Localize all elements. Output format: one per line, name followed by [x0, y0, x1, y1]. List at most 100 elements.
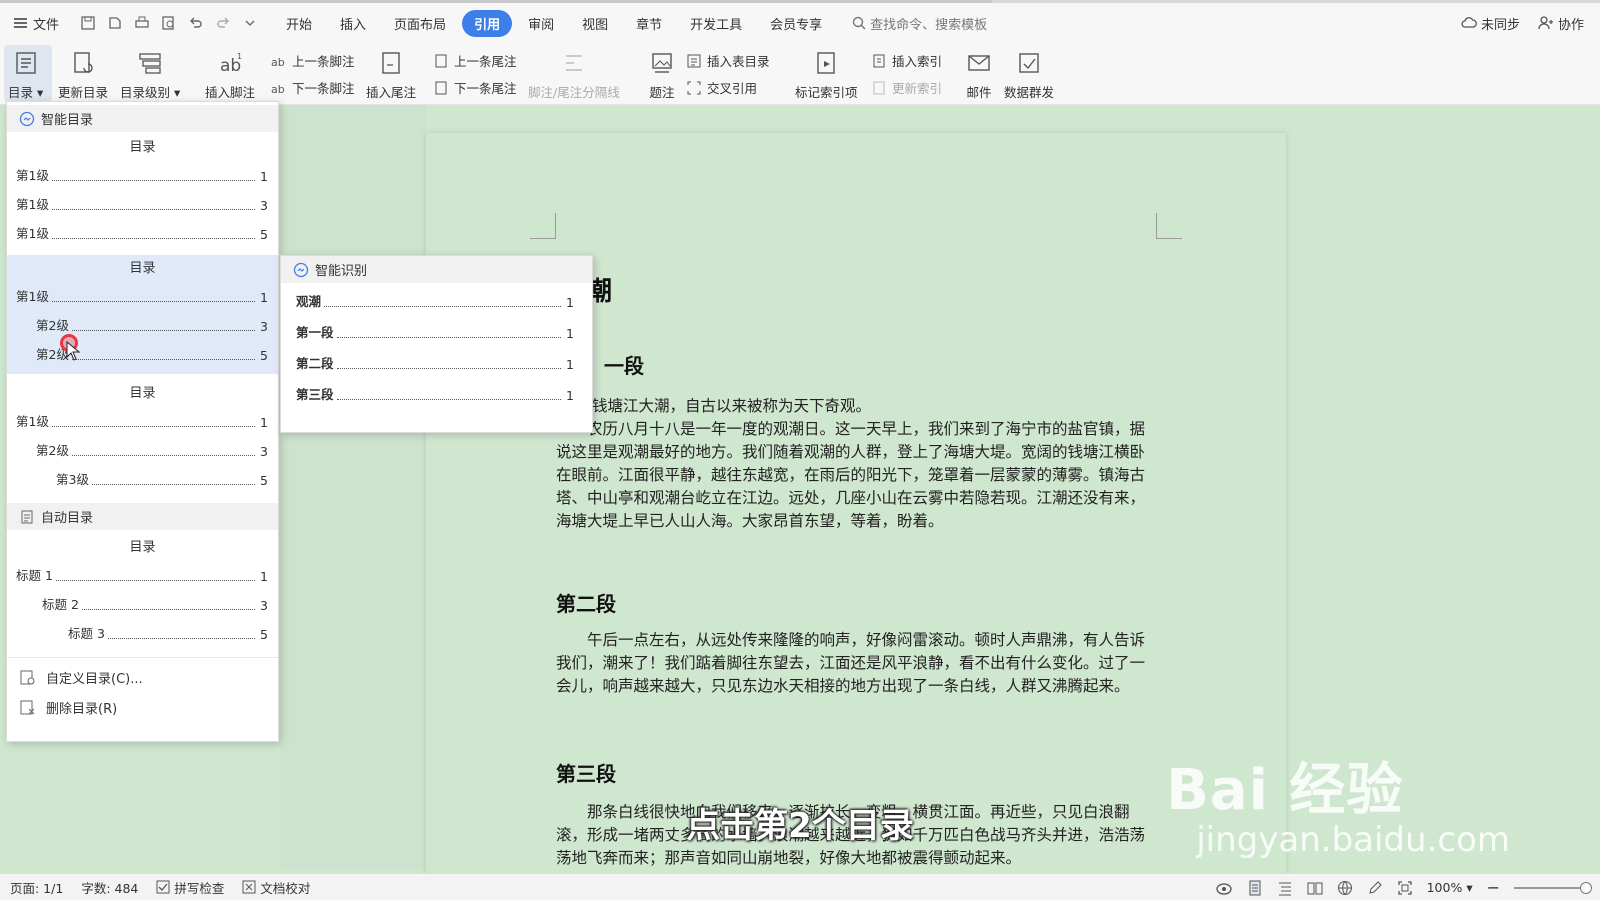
dropdown-separator	[7, 657, 278, 658]
fit-page-icon[interactable]	[1397, 880, 1413, 896]
separator-button[interactable]: 脚注/尾注分隔线	[528, 48, 620, 101]
update-index-button[interactable]: 更新索引	[870, 78, 942, 97]
mail-label: 邮件	[966, 85, 992, 100]
checkbox-checked-icon	[156, 880, 170, 894]
zoom-out-button[interactable]: −	[1487, 878, 1500, 897]
preview-toc[interactable]: 观潮 1 第一段 1 第二段 1 第三段 1	[281, 286, 592, 410]
cloud-icon	[1461, 17, 1477, 28]
tab-view[interactable]: 视图	[570, 10, 620, 37]
next-endnote-button[interactable]: 下一条尾注	[432, 78, 517, 97]
insert-index-button[interactable]: 插入索引	[870, 51, 942, 70]
toc-style-title: 目录	[129, 540, 156, 555]
insert-endnote-button[interactable]: 插入尾注	[366, 48, 416, 101]
paragraph-first: 农历八月十八是一年一度的观潮日。这一天早上，我们来到了海宁市的盐官镇，据说这里是…	[556, 420, 1146, 530]
spell-check-button[interactable]: 拼写检查	[156, 878, 224, 897]
tab-member[interactable]: 会员专享	[758, 10, 834, 37]
proofread-button[interactable]: 文档校对	[242, 878, 310, 897]
auto-toc-label: 自动目录	[41, 511, 94, 526]
tab-developer[interactable]: 开发工具	[678, 10, 754, 37]
toc-line: 第1级 1	[16, 414, 268, 430]
search-icon	[852, 16, 866, 30]
mark-index-button[interactable]: 标记索引项	[795, 48, 858, 101]
toc-style-option-2[interactable]: 目录 第1级 1 第2级 3 第2级 5	[7, 255, 278, 374]
smart-toc-header: 智能目录	[7, 105, 278, 132]
insert-index-icon	[870, 52, 887, 69]
preview-toc-line: 第一段 1	[296, 325, 574, 341]
zoom-level[interactable]: 100% ▾	[1427, 880, 1473, 895]
auto-toc-option[interactable]: 目录 标题 11 标题 23 标题 35	[7, 534, 278, 649]
mail-icon	[964, 48, 994, 78]
data-send-icon	[1014, 48, 1044, 78]
mouse-cursor-icon	[66, 341, 80, 361]
export-icon[interactable]	[106, 15, 123, 32]
toc-line: 第1级 1	[16, 289, 268, 305]
delete-toc-icon	[20, 700, 35, 714]
prev-endnote-icon	[432, 52, 449, 69]
user-add-icon	[1538, 16, 1553, 30]
web-view-icon[interactable]	[1337, 880, 1353, 896]
word-count[interactable]: 字数: 484	[81, 878, 138, 897]
pen-icon[interactable]	[1367, 880, 1383, 896]
zoom-slider-knob[interactable]	[1580, 881, 1592, 894]
status-bar: 页面: 1/1 字数: 484 拼写检查 文档校对 100% ▾ −	[0, 873, 1600, 900]
data-send-button[interactable]: 数据群发	[1004, 48, 1054, 101]
collab-label: 协作	[1557, 17, 1584, 33]
eye-protection-icon[interactable]	[1215, 880, 1233, 896]
mail-button[interactable]: 邮件	[964, 48, 994, 101]
watermark-url: jingyan.baidu.com	[1196, 820, 1510, 860]
next-footnote-icon: ab	[270, 79, 287, 96]
cross-ref-button[interactable]: 交叉引用	[685, 78, 757, 97]
ribbon-references: 目录 ▾ 更新目录 目录级别 ▾ ab 1 插入脚注 ab 上一条脚注 ab 下一…	[0, 43, 1600, 105]
endnote-icon	[376, 48, 406, 78]
margin-corner-top-left	[530, 213, 556, 239]
insert-table-toc-button[interactable]: 插入表目录	[685, 51, 770, 70]
collaborate-button[interactable]: 协作	[1538, 14, 1584, 33]
update-toc-button[interactable]: 更新目录	[58, 48, 108, 101]
toc-line: 第2级 3	[36, 443, 268, 459]
page-view-icon[interactable]	[1247, 880, 1263, 896]
svg-text:ab: ab	[271, 83, 285, 96]
toc-style-title: 目录	[129, 140, 156, 155]
print-icon[interactable]	[133, 15, 150, 32]
next-footnote-button[interactable]: ab 下一条脚注	[270, 78, 355, 97]
tab-insert[interactable]: 插入	[328, 10, 378, 37]
separator-icon	[559, 48, 589, 78]
tab-review[interactable]: 审阅	[516, 10, 566, 37]
print-preview-icon[interactable]	[160, 15, 177, 32]
toc-style-option-3[interactable]: 目录 第1级 1 第2级 3 第3级 5	[7, 380, 278, 495]
menu-bar: 文件 开始 插入 页面布局 引用 审阅 视图 章节 开发工具 会员专享 查找命令…	[0, 3, 1600, 43]
proofread-icon	[242, 880, 256, 894]
toc-level-icon	[135, 48, 165, 78]
prev-footnote-button[interactable]: ab 上一条脚注	[270, 51, 355, 70]
save-icon[interactable]	[79, 15, 96, 32]
delete-toc-button[interactable]: 删除目录(R)	[7, 692, 278, 722]
insert-footnote-label: 插入脚注	[205, 85, 256, 100]
cross-ref-label: 交叉引用	[707, 81, 758, 96]
toc-button[interactable]: 目录 ▾	[8, 48, 43, 101]
sync-status[interactable]: 未同步	[1461, 14, 1520, 33]
reading-view-icon[interactable]	[1307, 880, 1323, 896]
customize-dropdown-icon[interactable]	[241, 15, 258, 32]
tab-section[interactable]: 章节	[624, 10, 674, 37]
tab-home[interactable]: 开始	[274, 10, 324, 37]
document-page[interactable]: 潮 一段 钱塘江大潮，自古以来被称为天下奇观。 农历八月十八是一年一度的观潮日。…	[426, 133, 1286, 900]
undo-icon[interactable]	[187, 15, 204, 32]
file-menu[interactable]: 文件	[0, 9, 69, 37]
prev-endnote-button[interactable]: 上一条尾注	[432, 51, 517, 70]
delete-toc-label: 删除目录(R)	[46, 701, 118, 717]
zoom-slider[interactable]	[1514, 881, 1592, 894]
insert-footnote-button[interactable]: ab 1 插入脚注	[205, 48, 255, 101]
toc-level-button[interactable]: 目录级别 ▾	[120, 48, 180, 101]
tab-page-layout[interactable]: 页面布局	[382, 10, 458, 37]
refresh-doc-icon	[68, 48, 98, 78]
tab-references[interactable]: 引用	[462, 9, 513, 37]
command-search[interactable]: 查找命令、搜索模板	[852, 14, 987, 33]
toc-line: 标题 23	[42, 597, 268, 613]
custom-toc-button[interactable]: 自定义目录(C)...	[7, 662, 278, 692]
redo-icon[interactable]	[214, 15, 231, 32]
toc-line: 标题 11	[16, 568, 268, 584]
toc-style-option-1[interactable]: 目录 第1级 1 第1级 3 第1级 5	[7, 134, 278, 249]
caption-button[interactable]: 题注	[647, 48, 677, 101]
outline-view-icon[interactable]	[1277, 880, 1293, 896]
custom-toc-label: 自定义目录(C)...	[46, 671, 143, 687]
